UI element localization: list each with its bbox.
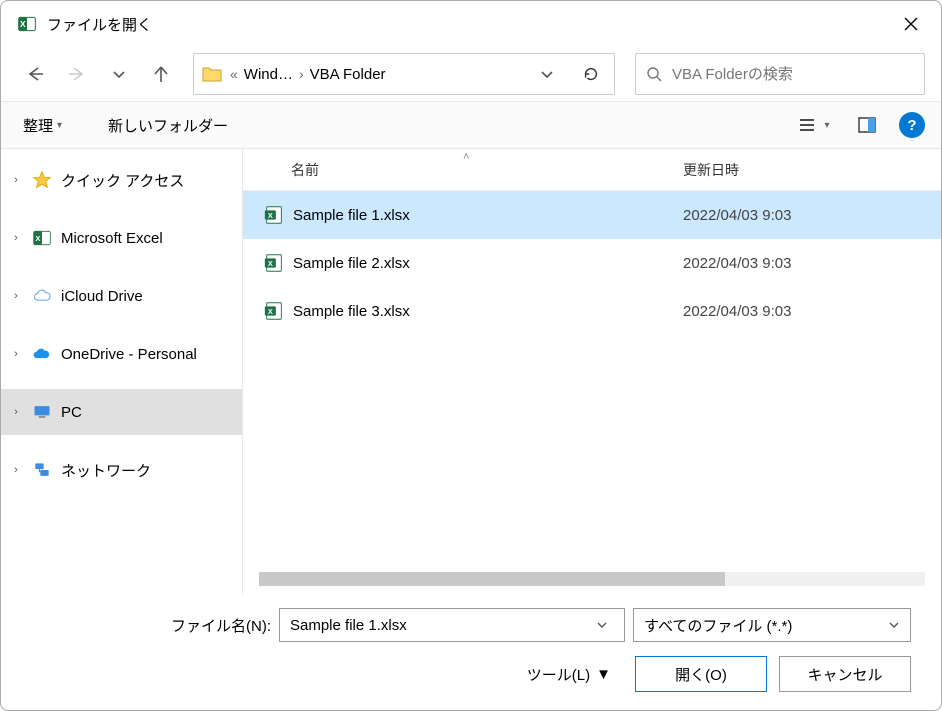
sidebar-item-onedrive[interactable]: › OneDrive - Personal [1,331,242,377]
star-icon [31,169,53,191]
column-header-name[interactable]: 名前 ˄ [243,160,683,180]
dialog-bottom: ファイル名(N): すべてのファイル (*.*) ツール(L) ▼ 開く(O) … [1,594,941,710]
chevron-right-icon: › [9,290,23,302]
tools-menu[interactable]: ツール(L) ▼ [527,664,611,685]
help-button[interactable]: ? [899,112,925,138]
file-row[interactable]: X Sample file 3.xlsx 2022/04/03 9:03 [243,287,941,335]
cancel-button[interactable]: キャンセル [779,656,911,692]
horizontal-scrollbar[interactable] [259,572,925,586]
file-date: 2022/04/03 9:03 [683,207,791,224]
svg-text:X: X [35,234,40,243]
view-menu-button[interactable]: ▾ [795,107,831,143]
svg-text:X: X [268,211,273,220]
file-open-dialog: X ファイルを開く « Wind… › VBA Folder [0,0,942,711]
sidebar-item-network[interactable]: › ネットワーク [1,447,242,493]
search-icon [646,66,662,82]
sidebar-item-quick-access[interactable]: › クイック アクセス [1,157,242,203]
close-button[interactable] [889,2,933,46]
filetype-label: すべてのファイル (*.*) [644,615,792,636]
search-box[interactable] [635,53,925,95]
navigation-sidebar: › クイック アクセス › X Microsoft Excel › iCloud… [1,149,243,594]
breadcrumb-item-1[interactable]: Wind… [240,64,297,85]
breadcrumb-item-2[interactable]: VBA Folder [306,64,390,85]
button-row: ツール(L) ▼ 開く(O) キャンセル [31,656,911,692]
organize-menu[interactable]: 整理 ▾ [17,111,68,140]
folder-icon [200,62,224,86]
address-history-dropdown[interactable] [530,57,564,91]
file-date: 2022/04/03 9:03 [683,255,791,272]
list-header: 名前 ˄ 更新日時 [243,149,941,191]
open-button[interactable]: 開く(O) [635,656,767,692]
sidebar-item-label: クイック アクセス [61,170,184,191]
nav-up-button[interactable] [143,56,179,92]
tools-label: ツール(L) [527,664,590,685]
column-header-date[interactable]: 更新日時 [683,160,883,180]
filename-input[interactable] [284,617,596,634]
svg-text:X: X [268,259,273,268]
network-icon [31,459,53,481]
caret-down-icon: ▾ [57,120,62,131]
excel-file-icon: X [263,300,285,322]
filename-label: ファイル名(N): [171,615,271,636]
sidebar-item-label: ネットワーク [61,460,151,481]
cloud-icon [31,285,53,307]
svg-text:X: X [268,307,273,316]
chevron-right-icon: › [9,232,23,244]
nav-back-button[interactable] [17,56,53,92]
filename-row: ファイル名(N): すべてのファイル (*.*) [31,608,911,642]
file-name: Sample file 1.xlsx [293,207,683,224]
filename-dropdown-button[interactable] [596,619,620,631]
chevron-right-icon: › [299,66,304,82]
address-bar[interactable]: « Wind… › VBA Folder [193,53,615,95]
excel-file-icon: X [263,204,285,226]
search-input[interactable] [672,66,914,83]
caret-down-icon: ▼ [596,666,611,683]
preview-pane-button[interactable] [849,107,885,143]
sidebar-item-label: PC [61,404,82,421]
chevron-right-icon: › [9,348,23,360]
navigation-bar: « Wind… › VBA Folder [1,47,941,101]
svg-text:X: X [20,19,26,29]
titlebar: X ファイルを開く [1,1,941,47]
chevron-right-icon: › [9,464,23,476]
excel-file-icon: X [263,252,285,274]
caret-down-icon: ▾ [824,120,829,131]
file-rows: X Sample file 1.xlsx 2022/04/03 9:03 X S… [243,191,941,572]
dialog-title: ファイルを開く [47,14,152,35]
scrollbar-thumb[interactable] [259,572,725,586]
excel-icon: X [31,227,53,249]
sidebar-item-icloud[interactable]: › iCloud Drive [1,273,242,319]
toolbar: 整理 ▾ 新しいフォルダー ▾ ? [1,101,941,149]
sidebar-item-excel[interactable]: › X Microsoft Excel [1,215,242,261]
chevron-right-icon: › [9,174,23,186]
main-area: › クイック アクセス › X Microsoft Excel › iCloud… [1,149,941,594]
file-row[interactable]: X Sample file 1.xlsx 2022/04/03 9:03 [243,191,941,239]
sidebar-item-label: iCloud Drive [61,288,143,305]
file-list: 名前 ˄ 更新日時 X Sample file 1.xlsx 2022/04/0… [243,149,941,594]
pc-icon [31,401,53,423]
sidebar-item-label: Microsoft Excel [61,230,163,247]
nav-recent-dropdown[interactable] [101,56,137,92]
refresh-button[interactable] [574,57,608,91]
sort-indicator-icon: ˄ [463,151,469,163]
file-name: Sample file 2.xlsx [293,255,683,272]
onedrive-icon [31,343,53,365]
breadcrumb-prefix: « [230,66,238,82]
sidebar-item-pc[interactable]: › PC [1,389,242,435]
file-date: 2022/04/03 9:03 [683,303,791,320]
excel-app-icon: X [17,14,37,34]
filetype-dropdown[interactable]: すべてのファイル (*.*) [633,608,911,642]
filename-combobox[interactable] [279,608,625,642]
file-row[interactable]: X Sample file 2.xlsx 2022/04/03 9:03 [243,239,941,287]
sidebar-item-label: OneDrive - Personal [61,346,197,363]
chevron-right-icon: › [9,406,23,418]
new-folder-button[interactable]: 新しいフォルダー [102,111,234,140]
caret-down-icon [888,619,900,631]
organize-label: 整理 [23,115,53,136]
file-name: Sample file 3.xlsx [293,303,683,320]
nav-forward-button[interactable] [59,56,95,92]
